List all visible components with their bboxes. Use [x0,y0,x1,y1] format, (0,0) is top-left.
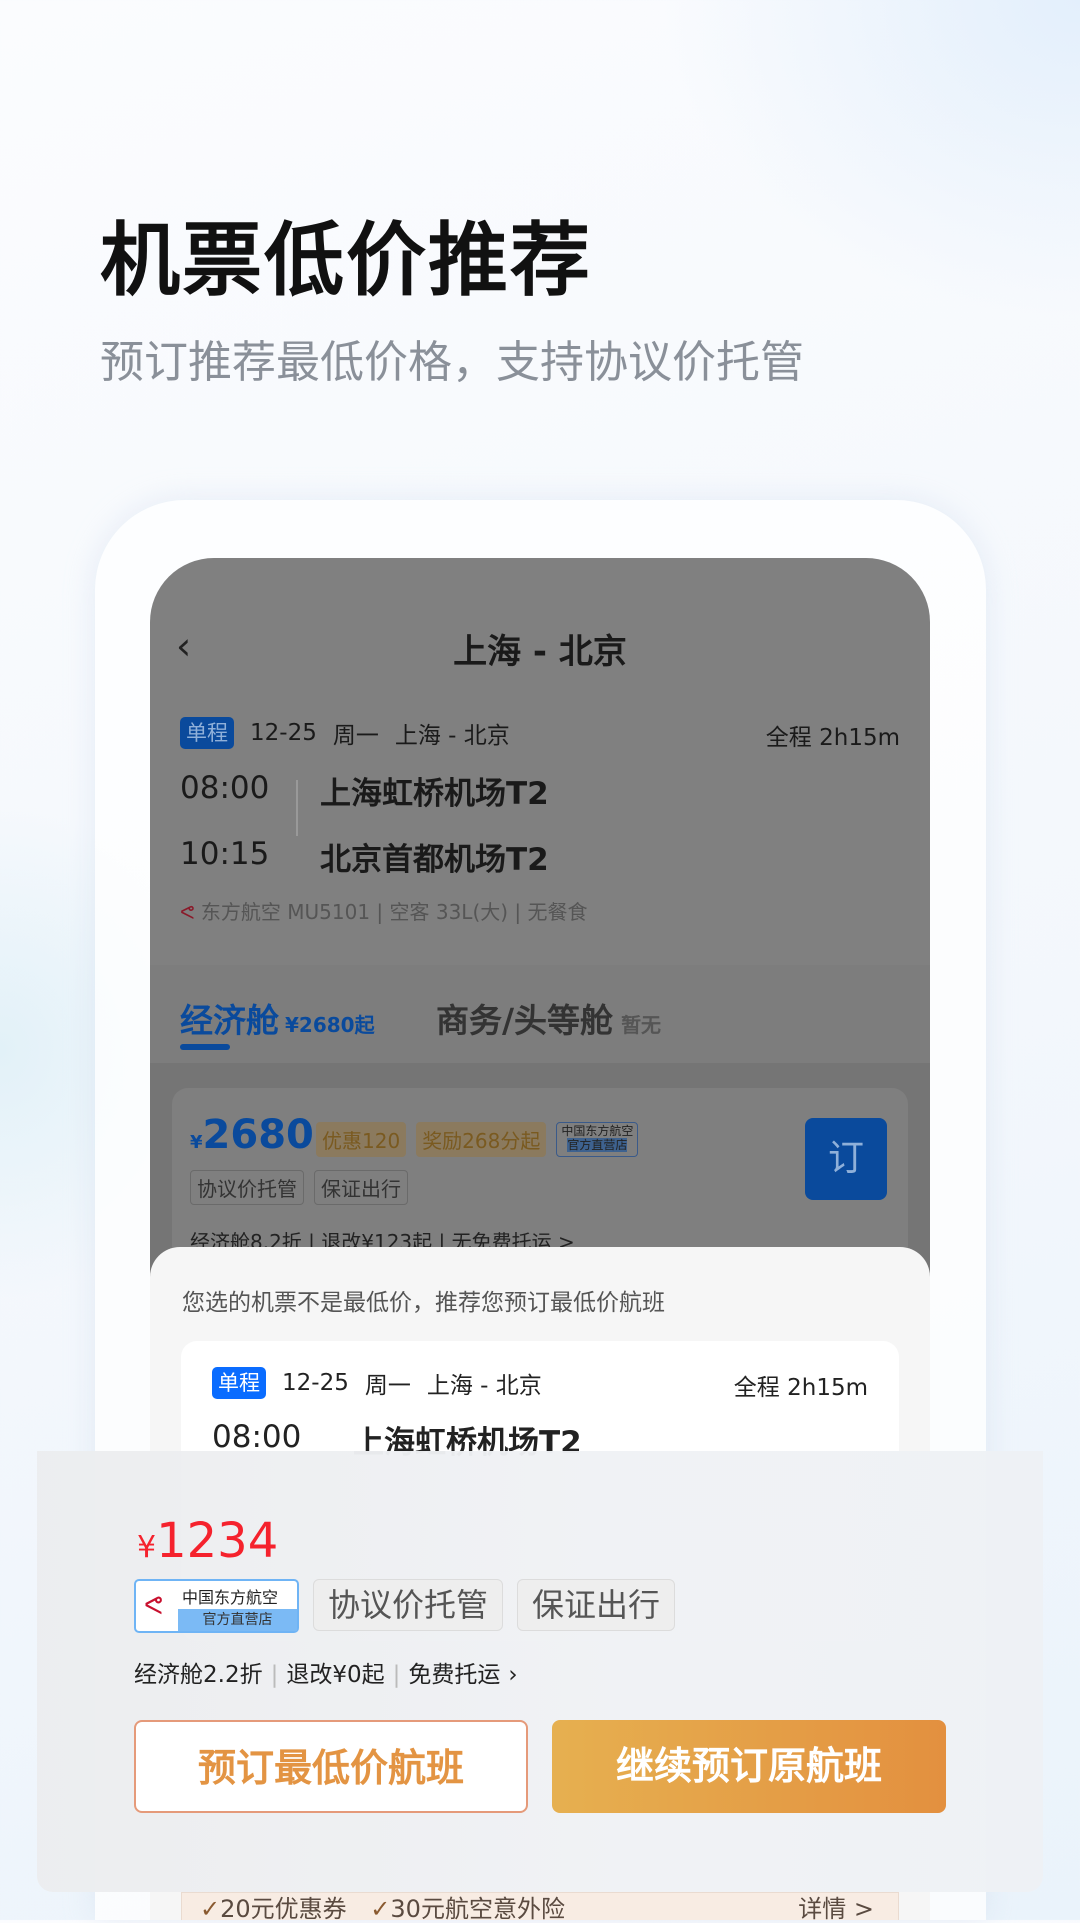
flight-info: 东方航空 MU5101 | 空客 33L(大) | 无餐食 [200,900,588,924]
trip-route: 上海 - 北京 [394,723,510,749]
timeline-line [296,780,298,836]
trip-type-badge: 单程 [180,717,234,749]
departure-time: 08:00 [212,1419,302,1455]
trip-duration: 全程 2h15m [733,1375,868,1401]
airline-store-badge: 中国东方航空 官方直营店 [556,1122,639,1157]
details-link[interactable]: 详情 > [798,1895,874,1923]
page-subtitle: 预订推荐最低价格，支持协议价托管 [100,337,804,388]
lowest-price-panel: ¥1234 ᕙ 中国东方航空 官方直营店 协议价托管 保证出行 经济舱2.2折 | 退… [37,1451,1043,1892]
fare-tag: 保证出行 [314,1170,408,1205]
reward-badge: 奖励268分起 [416,1122,547,1157]
check-icon: ✓ [370,1895,391,1923]
tab-active-indicator [180,1044,230,1050]
book-button[interactable]: 订 [805,1118,887,1200]
trip-weekday: 周一 [364,1373,411,1399]
fare-price: 2680 [202,1112,314,1158]
trip-date: 12-25 [250,720,317,746]
departure-airport: 上海虹桥机场T2 [320,776,549,812]
book-lowest-button[interactable]: 预订最低价航班 [134,1720,528,1813]
tab-economy[interactable]: 经济舱 ¥2680起 [180,994,375,1042]
tag-agreement-price: 协议价托管 [313,1579,504,1631]
check-icon: ✓ [200,1895,221,1923]
arrival-time: 10:15 [180,836,270,872]
tab-business[interactable]: 商务/头等舱 暂无 [436,994,661,1042]
promo-badge: 优惠120 [316,1122,407,1157]
trip-route: 上海 - 北京 [426,1373,542,1399]
trip-weekday: 周一 [332,723,379,749]
airline-store-badge: ᕙ 中国东方航空 官方直营店 [134,1579,299,1633]
continue-original-button[interactable]: 继续预订原航班 [552,1720,946,1813]
departure-time: 08:00 [180,770,270,806]
trip-date: 12-25 [282,1370,349,1396]
trip-type-badge: 单程 [212,1367,266,1399]
airline-logo-icon: ᕙ [180,900,195,924]
arrival-airport: 北京首都机场T2 [320,842,549,878]
trip-duration: 全程 2h15m [765,725,900,751]
nav-title: 上海 - 北京 [453,632,627,672]
fare-info[interactable]: 经济舱2.2折 | 退改¥0起 | 免费托运 › [134,1655,518,1689]
sheet-notice: 您选的机票不是最低价，推荐您预订最低价航班 [182,1290,665,1316]
tag-guaranteed-travel: 保证出行 [517,1579,676,1631]
chevron-right-icon: › [508,1662,518,1688]
page-title: 机票低价推荐 [100,214,592,307]
lowest-price: ¥1234 [137,1513,279,1569]
background-glow [660,0,1080,320]
benefits-strip: ✓20元优惠券 ✓30元航空意外险 详情 > [181,1892,899,1923]
fare-tag: 协议价托管 [190,1170,304,1205]
airline-logo-icon: ᕙ [144,1591,163,1621]
